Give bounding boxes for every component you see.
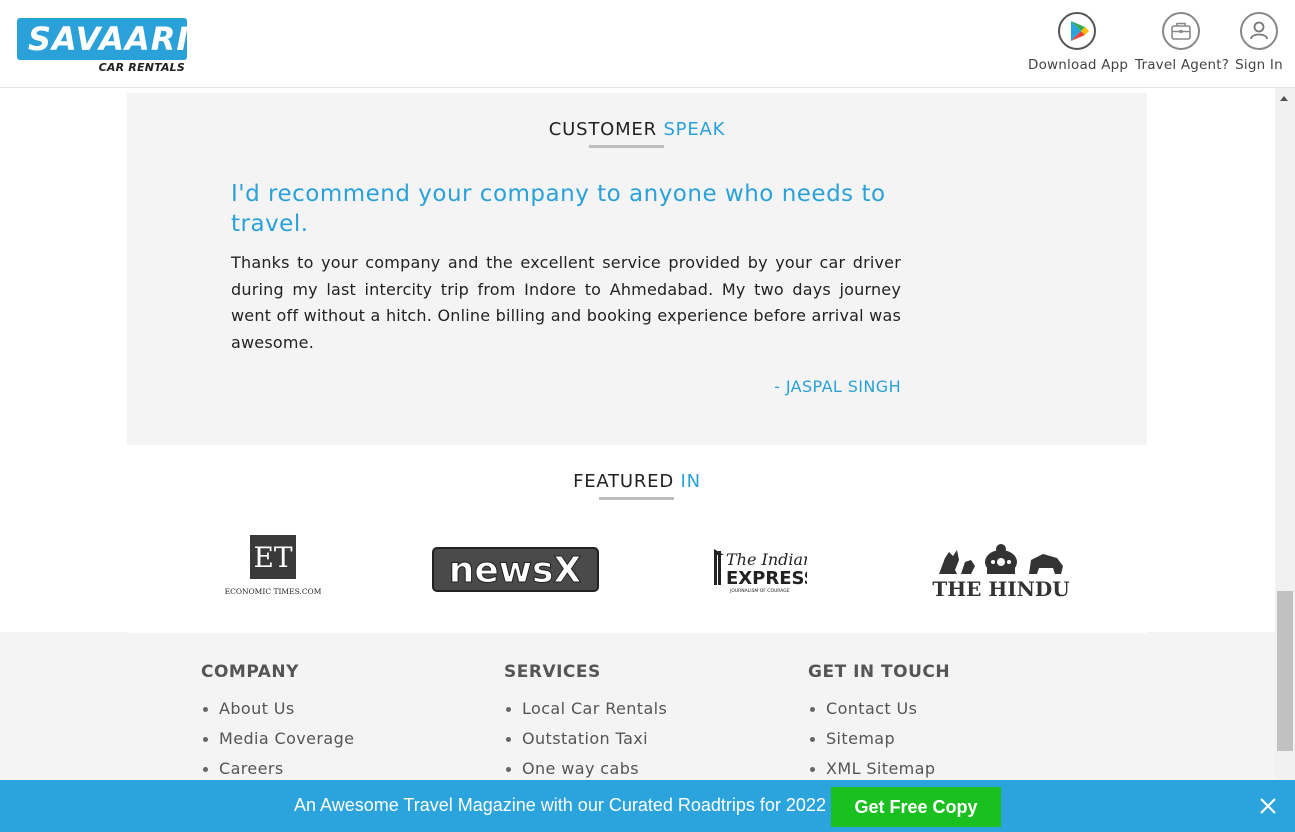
travel-agent-link[interactable]: Travel Agent? — [1135, 12, 1230, 73]
site-header: SAVAARI CAR RENTALS Download App Travel … — [0, 0, 1295, 88]
featured-in-title: FEATURED IN — [127, 471, 1147, 492]
logo-wordmark: SAVAARI — [17, 18, 188, 60]
the-hindu-mark: THE HINDU — [932, 577, 1069, 600]
magazine-promo-bar: An Awesome Travel Magazine with our Cura… — [0, 780, 1295, 832]
featured-in-title-accent: IN — [680, 471, 701, 492]
customer-speak-title-accent: SPEAK — [663, 119, 726, 140]
scrollbar-thumb[interactable] — [1277, 591, 1293, 751]
footer-company-links: About Us Media Coverage Careers — [201, 694, 354, 784]
footer-company-title: COMPANY — [201, 662, 299, 682]
the-hindu-logo[interactable]: THE HINDU — [931, 540, 1071, 601]
get-free-copy-button[interactable]: Get Free Copy — [831, 787, 1001, 827]
testimonial-author: - JASPAL SINGH — [774, 377, 901, 396]
et-caption: ECONOMIC TIMES.COM — [225, 587, 322, 596]
title-underline — [599, 497, 674, 500]
footer-link-outstation-taxi[interactable]: Outstation Taxi — [504, 724, 667, 754]
play-store-icon — [1058, 12, 1096, 50]
testimonial-text: Thanks to your company and the excellent… — [231, 253, 901, 352]
customer-speak-section: CUSTOMER SPEAK I'd recommend your compan… — [127, 93, 1147, 445]
footer-link-contact-us[interactable]: Contact Us — [808, 694, 950, 724]
footer-contact-links: Contact Us Sitemap XML Sitemap — [808, 694, 950, 784]
briefcase-icon — [1162, 12, 1200, 50]
user-icon — [1240, 12, 1278, 50]
logo-tagline: CAR RENTALS — [98, 61, 185, 74]
footer-link-sitemap[interactable]: Sitemap — [808, 724, 950, 754]
indian-express-line1: The Indian — [726, 550, 807, 569]
customer-speak-title-main: CUSTOMER — [548, 119, 657, 140]
site-footer: COMPANY About Us Media Coverage Careers … — [0, 632, 1275, 780]
sign-in-label: Sign In — [1235, 57, 1283, 73]
download-app-link[interactable]: Download App — [1028, 12, 1129, 73]
footer-contact-title: GET IN TOUCH — [808, 662, 951, 682]
economic-times-logo[interactable]: ET ECONOMIC TIMES.COM — [224, 535, 322, 597]
close-icon[interactable] — [1258, 796, 1278, 816]
download-app-label: Download App — [1028, 57, 1129, 73]
indian-express-logo[interactable]: The Indian EXPRESS JOURNALISM OF COURAGE — [712, 545, 817, 595]
indian-express-tag: JOURNALISM OF COURAGE — [729, 588, 790, 594]
title-underline — [589, 145, 664, 148]
promo-text: An Awesome Travel Magazine with our Cura… — [294, 795, 826, 815]
footer-link-media-coverage[interactable]: Media Coverage — [201, 724, 354, 754]
footer-services-links: Local Car Rentals Outstation Taxi One wa… — [504, 694, 667, 784]
newsx-logo[interactable]: newsX — [432, 547, 599, 592]
featured-in-title-main: FEATURED — [573, 471, 675, 492]
featured-in-section: FEATURED IN ET ECONOMIC TIMES.COM newsX … — [127, 445, 1147, 631]
footer-company-column: COMPANY About Us Media Coverage Careers — [201, 662, 354, 784]
footer-contact-column: GET IN TOUCH Contact Us Sitemap XML Site… — [808, 662, 950, 784]
footer-divider — [127, 632, 1147, 633]
travel-agent-label: Travel Agent? — [1135, 57, 1230, 73]
footer-services-title: SERVICES — [504, 662, 601, 682]
et-mark: ET — [253, 541, 292, 574]
testimonial-quote: I'd recommend your company to anyone who… — [231, 181, 886, 237]
savaari-logo[interactable]: SAVAARI CAR RENTALS — [17, 18, 188, 74]
scroll-up-arrow-icon[interactable] — [1280, 96, 1288, 101]
sign-in-link[interactable]: Sign In — [1234, 12, 1284, 73]
footer-link-local-car-rentals[interactable]: Local Car Rentals — [504, 694, 667, 724]
page-scrollbar[interactable] — [1275, 88, 1295, 780]
footer-services-column: SERVICES Local Car Rentals Outstation Ta… — [504, 662, 667, 784]
footer-link-about-us[interactable]: About Us — [201, 694, 354, 724]
customer-speak-title: CUSTOMER SPEAK — [127, 119, 1147, 140]
newsx-mark: newsX — [449, 550, 582, 591]
indian-express-line2: EXPRESS — [726, 568, 807, 589]
